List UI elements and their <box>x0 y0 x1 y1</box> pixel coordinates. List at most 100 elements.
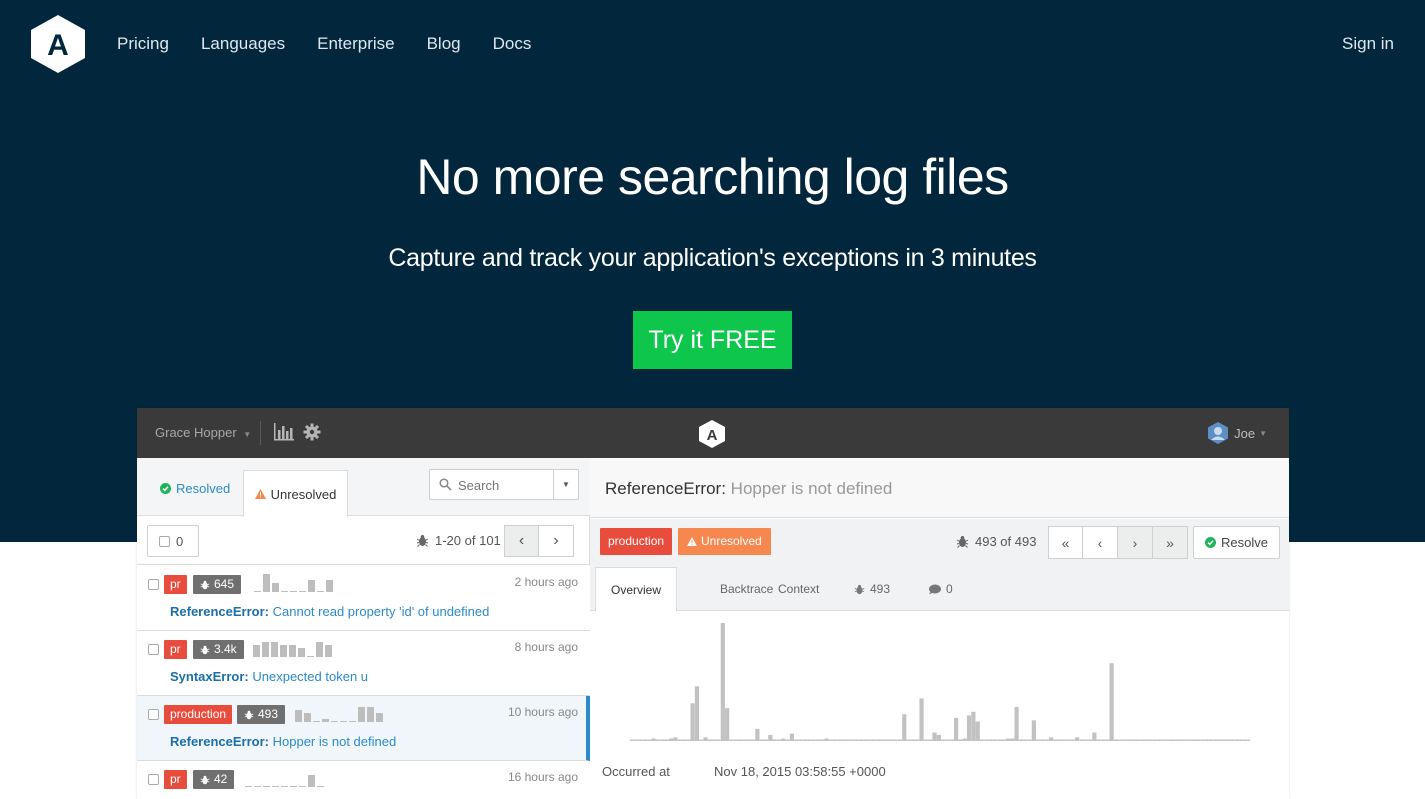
histogram-bar <box>992 739 998 741</box>
histogram-bar <box>945 739 950 741</box>
histogram-bar <box>1113 739 1119 741</box>
gear-icon[interactable] <box>303 423 321 441</box>
row-checkbox[interactable] <box>148 709 159 720</box>
bug-icon <box>200 580 210 589</box>
checkbox[interactable] <box>159 535 170 547</box>
histogram-bar <box>1243 739 1248 741</box>
list-item[interactable]: pr 3.4k 8 hours ago SyntaxError: Unexpec… <box>137 631 590 696</box>
org-switcher[interactable]: Grace Hopper ▼ <box>155 425 251 440</box>
histogram-bar <box>824 738 829 741</box>
nav-link-docs[interactable]: Docs <box>493 34 532 54</box>
histogram-bar <box>1213 739 1218 741</box>
next-occurrence-button[interactable]: › <box>1118 526 1153 559</box>
error-title[interactable]: ReferenceError: Cannot read property 'id… <box>170 604 489 619</box>
tab-comments[interactable]: 0 <box>928 567 953 611</box>
search-filter-dropdown[interactable]: ▼ <box>553 470 578 499</box>
histogram-bar <box>1204 739 1209 741</box>
histogram-bar <box>1100 739 1106 741</box>
histogram-bar <box>703 737 708 741</box>
nav-link-blog[interactable]: Blog <box>427 34 461 54</box>
row-checkbox[interactable] <box>148 774 159 785</box>
bar-chart-icon[interactable] <box>273 422 295 442</box>
tab-unresolved[interactable]: Unresolved <box>243 470 348 517</box>
tab-context[interactable]: Context <box>778 567 819 611</box>
bug-icon <box>244 710 254 719</box>
list-toolbar: 0 1-20 of 101 ‹ › <box>137 517 590 565</box>
histogram-bar <box>750 739 756 741</box>
histogram-bar <box>755 728 760 741</box>
sparkline-bar <box>325 645 332 657</box>
sparkline-bar <box>349 721 356 722</box>
comment-icon <box>929 584 941 594</box>
histogram-bar <box>1027 739 1032 741</box>
histogram-bar <box>837 739 842 741</box>
histogram-bar <box>1018 739 1023 741</box>
sign-in-link[interactable]: Sign in <box>1342 34 1394 54</box>
user-menu[interactable]: Joe ▼ <box>1206 421 1267 445</box>
tab-overview[interactable]: Overview <box>595 567 678 612</box>
tab-backtrace[interactable]: Backtrace <box>720 567 773 611</box>
histogram-bar <box>716 739 721 741</box>
check-circle-icon <box>1205 537 1217 548</box>
list-item-selected[interactable]: production 493 10 hours ago ReferenceErr… <box>137 696 590 761</box>
list-item[interactable]: pr 645 2 hours ago ReferenceError: Canno… <box>137 566 590 631</box>
error-type: SyntaxError: <box>170 669 249 684</box>
histogram-bar <box>673 737 678 741</box>
nav-link-languages[interactable]: Languages <box>201 34 285 54</box>
error-title[interactable]: ReferenceError: Hopper is not defined <box>170 734 396 749</box>
histogram-bar <box>971 711 976 741</box>
histogram-bar <box>1096 739 1101 741</box>
next-page-button[interactable]: › <box>539 525 574 557</box>
count-badge: 42 <box>193 770 235 789</box>
nav-link-pricing[interactable]: Pricing <box>117 34 169 54</box>
env-badge[interactable]: production <box>600 528 673 555</box>
prev-page-button[interactable]: ‹ <box>504 525 539 557</box>
histogram-bar <box>694 686 699 741</box>
error-message: Hopper is not defined <box>272 734 397 749</box>
error-detail-panel: ReferenceError: Hopper is not defined pr… <box>590 458 1289 799</box>
histogram-bar <box>712 739 717 741</box>
histogram-bar <box>789 733 795 741</box>
nav-link-enterprise[interactable]: Enterprise <box>317 34 394 54</box>
histogram-bar <box>871 739 877 741</box>
search-input[interactable] <box>458 475 548 495</box>
histogram-bar <box>630 739 635 741</box>
first-occurrence-button[interactable]: « <box>1048 526 1083 559</box>
row-checkbox[interactable] <box>148 579 159 590</box>
histogram-bar <box>1118 739 1123 741</box>
tab-occurrences[interactable]: 493 <box>854 567 890 611</box>
sparkline-bar <box>253 645 260 657</box>
occurrence-counter: 493 of 493 <box>956 534 1036 549</box>
sparkline-bar <box>326 580 333 592</box>
divider <box>260 421 261 445</box>
histogram-bar <box>975 721 980 741</box>
app-logo-icon[interactable]: A <box>697 419 727 449</box>
select-all-checkbox[interactable]: 0 <box>147 525 199 557</box>
row-checkbox[interactable] <box>148 644 159 655</box>
histogram-bar <box>638 739 643 741</box>
histogram-bar <box>802 739 807 741</box>
last-occurrence-button[interactable]: » <box>1153 526 1188 559</box>
status-badge[interactable]: Unresolved <box>678 528 771 555</box>
comments-count: 0 <box>946 582 953 596</box>
tab-resolved[interactable]: Resolved <box>160 481 230 496</box>
sparkline-bar <box>307 656 314 657</box>
sparkline-bar <box>262 642 269 657</box>
histogram-bar <box>725 708 730 741</box>
error-title[interactable]: SyntaxError: Unexpected token u <box>170 669 368 684</box>
histogram-bar <box>889 739 894 741</box>
try-free-button[interactable]: Try it FREE <box>633 311 792 369</box>
histogram-bar <box>1239 739 1244 741</box>
detail-header: ReferenceError: Hopper is not defined <box>590 458 1289 518</box>
histogram-bar <box>1157 739 1162 741</box>
logo-icon[interactable]: A <box>29 14 87 74</box>
search-box: ▼ <box>429 469 579 500</box>
prev-occurrence-button[interactable]: ‹ <box>1083 526 1118 559</box>
list-item[interactable]: pr 42 16 hours ago <box>137 761 590 799</box>
hero-headline: No more searching log files <box>416 149 1009 205</box>
count-text: 493 <box>258 707 279 721</box>
sparkline-bar <box>254 591 261 592</box>
resolve-button[interactable]: Resolve <box>1193 526 1280 559</box>
sparkline-bar <box>290 786 297 787</box>
histogram-bar <box>1066 739 1071 741</box>
